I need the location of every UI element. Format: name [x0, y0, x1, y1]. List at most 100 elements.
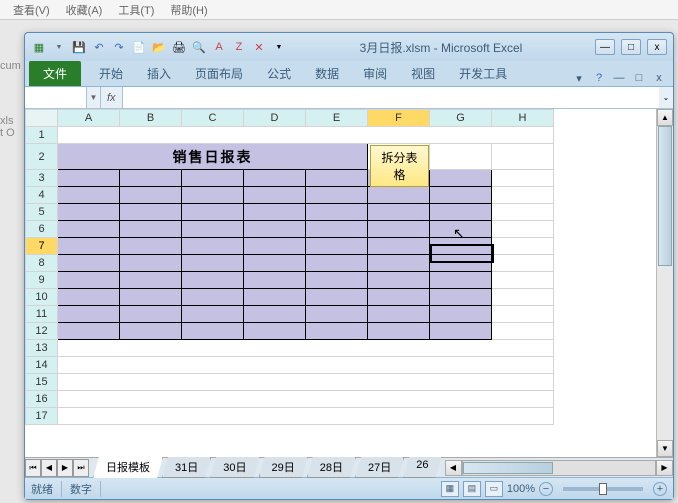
cell[interactable]: [182, 238, 244, 255]
grid[interactable]: A B C D E F G H 1 2 销售日报表 拆分表格 3 4 5: [25, 109, 656, 457]
ribbon-dropdown-icon[interactable]: ▾: [571, 70, 587, 86]
cell[interactable]: [244, 323, 306, 340]
tab-formula[interactable]: 公式: [255, 61, 303, 86]
tab-first-button[interactable]: ⏮: [25, 459, 41, 477]
cell[interactable]: [58, 127, 554, 144]
row-header[interactable]: 9: [26, 272, 58, 289]
new-icon[interactable]: 📄: [131, 39, 147, 55]
sort-asc-icon[interactable]: A: [211, 39, 227, 55]
cell[interactable]: [430, 289, 492, 306]
vertical-scrollbar[interactable]: ▲ ▼: [656, 109, 673, 457]
tab-review[interactable]: 审阅: [351, 61, 399, 86]
name-box-dropdown[interactable]: ▼: [87, 87, 101, 108]
tab-layout[interactable]: 页面布局: [183, 61, 255, 86]
cell[interactable]: [306, 272, 368, 289]
cell[interactable]: [244, 187, 306, 204]
cell[interactable]: [430, 187, 492, 204]
view-pagebreak-button[interactable]: ▭: [485, 481, 503, 497]
cell[interactable]: [244, 238, 306, 255]
cell[interactable]: [58, 357, 554, 374]
cell[interactable]: [492, 144, 554, 170]
scroll-down-button[interactable]: ▼: [657, 440, 673, 457]
formula-expand-icon[interactable]: ⌄: [659, 93, 673, 102]
cell[interactable]: [244, 255, 306, 272]
cell[interactable]: [492, 187, 554, 204]
cell[interactable]: [368, 187, 430, 204]
scroll-left-button[interactable]: ◀: [445, 460, 462, 476]
cell[interactable]: [182, 306, 244, 323]
cell[interactable]: [306, 170, 368, 187]
cell[interactable]: [492, 238, 554, 255]
cell[interactable]: [492, 289, 554, 306]
cell[interactable]: [368, 238, 430, 255]
tab-last-button[interactable]: ⏭: [73, 459, 89, 477]
cell[interactable]: [430, 323, 492, 340]
cell[interactable]: [58, 272, 120, 289]
sheet-tab[interactable]: 28日: [307, 457, 356, 478]
col-header-b[interactable]: B: [120, 110, 182, 127]
button-cell[interactable]: 拆分表格: [368, 144, 430, 170]
save-icon[interactable]: 💾: [71, 39, 87, 55]
hscroll-track[interactable]: [462, 460, 657, 476]
cell[interactable]: [120, 289, 182, 306]
sort-desc-icon[interactable]: Z: [231, 39, 247, 55]
cell[interactable]: [120, 221, 182, 238]
row-header[interactable]: 11: [26, 306, 58, 323]
cell[interactable]: [58, 187, 120, 204]
cell[interactable]: [182, 255, 244, 272]
cell[interactable]: [244, 272, 306, 289]
zoom-in-button[interactable]: +: [653, 482, 667, 496]
open-icon[interactable]: 📂: [151, 39, 167, 55]
bg-menu-item[interactable]: 工具(T): [110, 0, 162, 19]
file-tab[interactable]: 文件: [29, 61, 81, 86]
cell[interactable]: [182, 289, 244, 306]
cell[interactable]: [306, 238, 368, 255]
cell[interactable]: [306, 306, 368, 323]
cell[interactable]: [368, 272, 430, 289]
cell[interactable]: [368, 323, 430, 340]
row-header[interactable]: 16: [26, 391, 58, 408]
cell[interactable]: [120, 187, 182, 204]
tab-view[interactable]: 视图: [399, 61, 447, 86]
sheet-tab[interactable]: 26: [403, 457, 441, 478]
cell[interactable]: [430, 306, 492, 323]
bg-menu-item[interactable]: 帮助(H): [162, 0, 215, 19]
more-icon[interactable]: ▼: [271, 39, 287, 55]
cell[interactable]: [120, 306, 182, 323]
cell[interactable]: [430, 170, 492, 187]
scroll-thumb[interactable]: [658, 126, 672, 266]
tab-next-button[interactable]: ▶: [57, 459, 73, 477]
preview-icon[interactable]: 🔍: [191, 39, 207, 55]
cell[interactable]: [368, 289, 430, 306]
cell[interactable]: [306, 323, 368, 340]
zoom-level[interactable]: 100%: [507, 483, 535, 495]
dropdown-icon[interactable]: ▼: [51, 39, 67, 55]
cell[interactable]: [120, 323, 182, 340]
cell[interactable]: [58, 170, 120, 187]
doc-restore-icon[interactable]: □: [631, 70, 647, 86]
name-box[interactable]: [25, 87, 87, 108]
col-header-g[interactable]: G: [430, 110, 492, 127]
cell[interactable]: [368, 221, 430, 238]
cell[interactable]: [244, 306, 306, 323]
split-table-button[interactable]: 拆分表格: [370, 145, 429, 187]
cell[interactable]: [492, 255, 554, 272]
cell[interactable]: [120, 238, 182, 255]
row-header[interactable]: 13: [26, 340, 58, 357]
col-header-f[interactable]: F: [368, 110, 430, 127]
row-header[interactable]: 2: [26, 144, 58, 170]
tab-home[interactable]: 开始: [87, 61, 135, 86]
cell[interactable]: [182, 323, 244, 340]
formula-input[interactable]: [122, 87, 659, 108]
doc-minimize-icon[interactable]: —: [611, 70, 627, 86]
cell[interactable]: [368, 204, 430, 221]
cell[interactable]: [492, 170, 554, 187]
cell[interactable]: [244, 289, 306, 306]
tab-prev-button[interactable]: ◀: [41, 459, 57, 477]
print-icon[interactable]: 🖨: [171, 39, 187, 55]
cell[interactable]: [58, 340, 554, 357]
cell[interactable]: [430, 255, 492, 272]
cell[interactable]: [182, 272, 244, 289]
cell[interactable]: [492, 204, 554, 221]
cell[interactable]: [492, 306, 554, 323]
